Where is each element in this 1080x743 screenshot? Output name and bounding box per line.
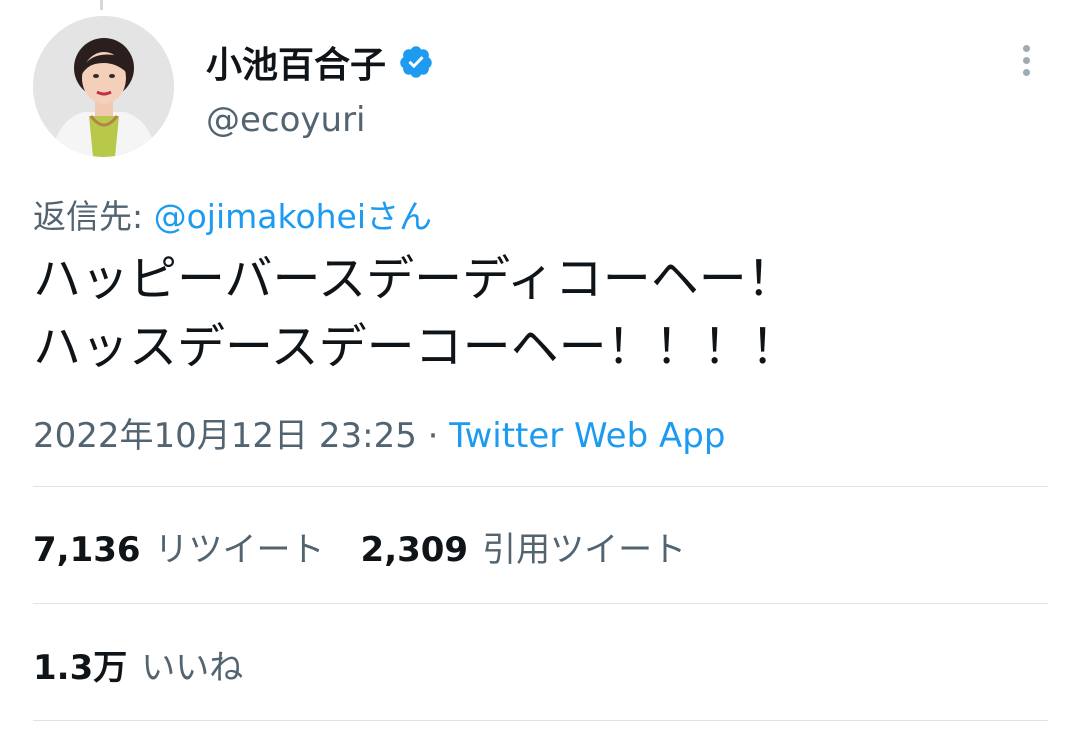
reply-target-link[interactable]: @ojimakoheiさん xyxy=(154,197,432,236)
retweet-label: リツイート xyxy=(154,530,325,570)
meta-separator: · xyxy=(416,416,450,456)
more-options-icon[interactable] xyxy=(1011,40,1041,80)
tweet-line: ハッピーバースデーディコーヘー！ xyxy=(33,251,795,307)
author-handle[interactable]: @ecoyuri xyxy=(206,100,366,140)
retweet-count: 7,136 xyxy=(33,530,141,570)
tweet-meta: 2022年10月12日 23:25 · Twitter Web App xyxy=(33,408,725,457)
like-count: 1.3万 xyxy=(33,648,128,688)
divider xyxy=(33,603,1048,604)
retweets-stat[interactable]: 7,136 リツイート xyxy=(33,522,325,571)
stats-row-retweets: 7,136 リツイート 2,309 引用ツイート xyxy=(33,522,722,571)
verified-badge-icon xyxy=(400,46,432,78)
quote-label: 引用ツイート xyxy=(482,530,687,570)
avatar-image xyxy=(33,16,174,157)
divider xyxy=(33,720,1048,721)
tweet-line: ハッスデースデーコーヘー！！！！ xyxy=(33,319,799,375)
tweet-timestamp[interactable]: 2022年10月12日 23:25 xyxy=(33,416,417,456)
like-label: いいね xyxy=(141,648,244,688)
more-dot xyxy=(1022,56,1030,64)
reply-prefix: 返信先: xyxy=(33,197,154,236)
reply-context: 返信先: @ojimakoheiさん xyxy=(33,190,432,238)
more-dot xyxy=(1022,68,1030,76)
quote-count: 2,309 xyxy=(360,530,469,570)
tweet-source-link[interactable]: Twitter Web App xyxy=(449,416,725,456)
tweet-text: ハッピーバースデーディコーヘー！ ハッスデースデーコーヘー！！！！ xyxy=(33,245,1043,381)
author-display-name[interactable]: 小池百合子 xyxy=(206,36,386,88)
likes-stat[interactable]: 1.3万 いいね xyxy=(33,640,243,689)
stats-row-likes: 1.3万 いいね xyxy=(33,640,279,689)
thread-connector-line xyxy=(100,0,103,10)
divider xyxy=(33,486,1048,487)
more-dot xyxy=(1022,44,1030,52)
avatar[interactable] xyxy=(33,16,174,157)
author-name-row[interactable]: 小池百合子 xyxy=(206,36,434,88)
quotes-stat[interactable]: 2,309 引用ツイート xyxy=(361,522,687,571)
